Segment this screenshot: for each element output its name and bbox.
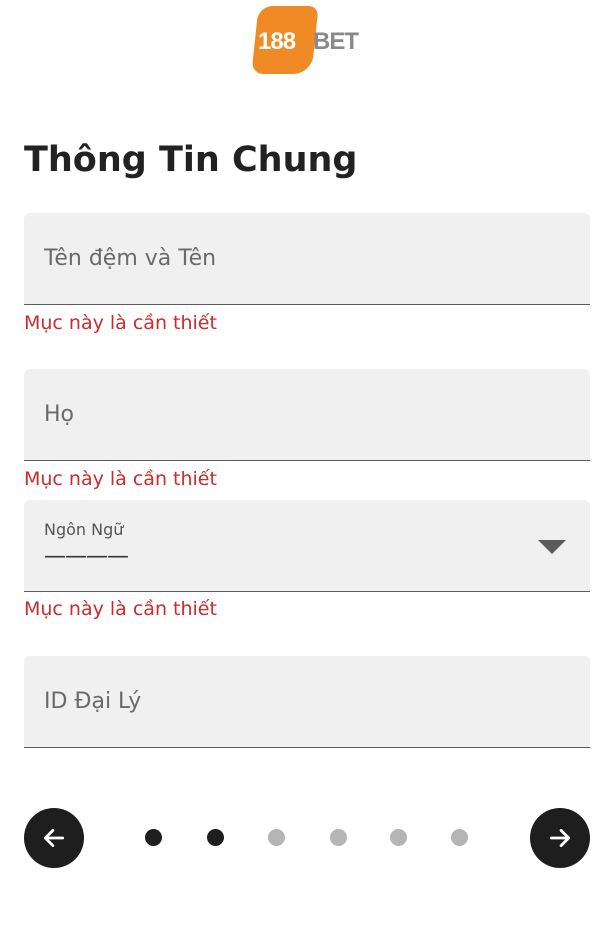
step-dot-6[interactable] [451,829,468,846]
language-error: Mục này là cần thiết [24,598,217,620]
step-dot-2[interactable] [207,829,224,846]
chevron-down-icon[interactable] [538,540,566,554]
step-dot-4[interactable] [330,829,347,846]
language-label: Ngôn Ngữ [44,520,124,539]
arrow-left-icon [43,829,65,847]
next-step-button[interactable] [530,808,590,868]
last-name-field-container [24,369,590,461]
first-name-input[interactable] [24,213,590,304]
page-title: Thông Tin Chung [24,140,358,180]
step-dot-1[interactable] [145,829,162,846]
logo-text: BET [313,28,359,55]
affiliate-id-field-container [24,656,590,748]
language-value: ———— [44,544,129,569]
registration-page: 188 BET Thông Tin Chung Mục này là cần t… [0,0,600,945]
step-dot-5[interactable] [390,829,407,846]
logo-number: 188 [258,28,296,55]
first-name-error: Mục này là cần thiết [24,312,217,334]
arrow-right-icon [549,829,571,847]
step-dot-3[interactable] [268,829,285,846]
last-name-error: Mục này là cần thiết [24,468,217,490]
first-name-field-container [24,213,590,305]
last-name-input[interactable] [24,369,590,460]
language-select[interactable]: Ngôn Ngữ ———— [24,500,590,592]
affiliate-id-input[interactable] [24,656,590,747]
previous-step-button[interactable] [24,808,84,868]
brand-logo: 188 BET [251,6,363,74]
